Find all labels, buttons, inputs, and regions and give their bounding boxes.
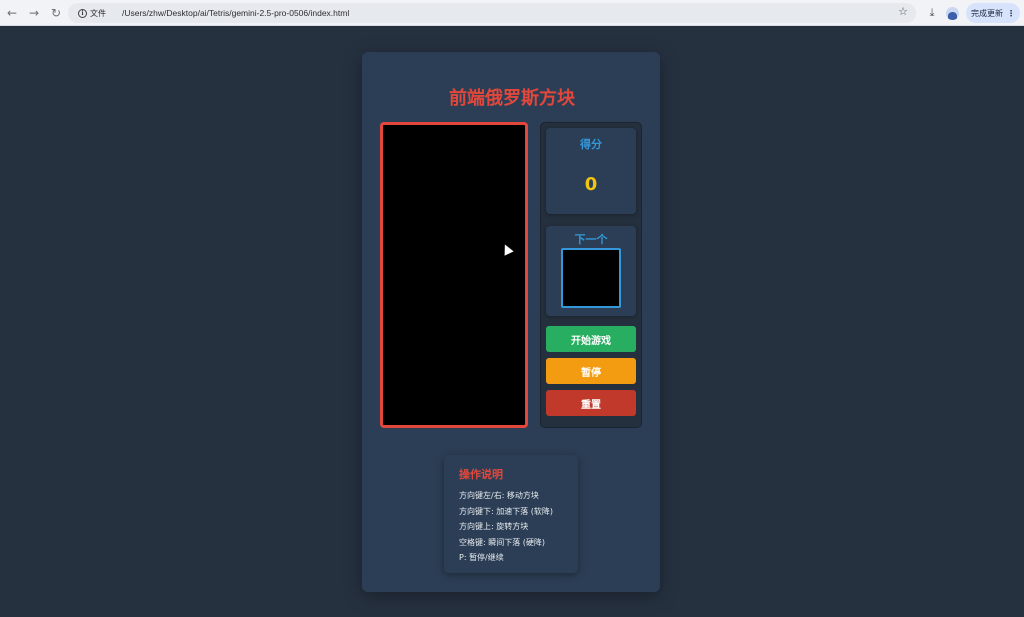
- update-button-label: 完成更新: [971, 8, 1003, 18]
- game-sidebar: 得分 0 下一个 开始游戏 暂停 重置: [540, 122, 642, 428]
- url-text[interactable]: /Users/zhw/Desktop/ai/Tetris/gemini-2.5-…: [122, 8, 349, 18]
- score-value: 0: [584, 174, 598, 195]
- next-piece-preview: [561, 248, 621, 308]
- instruction-item: 方向键左/右: 移动方块: [459, 491, 539, 500]
- score-label: 得分: [580, 138, 602, 151]
- address-bar[interactable]: i 文件 /Users/zhw/Desktop/ai/Tetris/gemini…: [68, 3, 916, 23]
- next-piece-panel: 下一个: [546, 226, 636, 316]
- instruction-item: 空格键: 瞬间下落 (硬降): [459, 537, 546, 547]
- instructions-panel: 操作说明 方向键左/右: 移动方块 方向键下: 加速下落 (软降) 方向键上: …: [444, 455, 578, 573]
- game-board[interactable]: [380, 122, 528, 428]
- browser-toolbar: ← → ↻ i 文件 /Users/zhw/Desktop/ai/Tetris/…: [0, 0, 1024, 26]
- update-button[interactable]: 完成更新 ⋮: [966, 3, 1020, 23]
- instructions-title: 操作说明: [459, 468, 503, 481]
- reset-button[interactable]: 重置: [546, 390, 636, 416]
- score-panel: 得分 0: [546, 128, 636, 214]
- game-title-wrap: 前端俄罗斯方块: [0, 84, 1024, 110]
- star-icon[interactable]: ☆: [898, 5, 908, 18]
- pause-button[interactable]: 暂停: [546, 358, 636, 384]
- menu-dots-icon: ⋮: [1007, 8, 1015, 18]
- instruction-item: 方向键下: 加速下落 (软降): [459, 506, 554, 516]
- start-game-button[interactable]: 开始游戏: [546, 326, 636, 352]
- forward-arrow-icon[interactable]: →: [24, 3, 44, 23]
- next-piece-label: 下一个: [574, 233, 608, 246]
- site-info-label: 文件: [90, 8, 106, 18]
- instruction-item: P: 暂停/继续: [459, 553, 504, 562]
- instructions-list: 方向键左/右: 移动方块 方向键下: 加速下落 (软降) 方向键上: 旋转方块 …: [459, 488, 553, 566]
- info-icon: i: [78, 8, 87, 18]
- back-arrow-icon[interactable]: ←: [2, 3, 22, 23]
- game-title: 前端俄罗斯方块: [449, 88, 575, 109]
- site-info-chip[interactable]: i 文件: [74, 5, 110, 21]
- download-icon[interactable]: ⤓: [924, 3, 940, 23]
- reload-icon[interactable]: ↻: [46, 3, 66, 23]
- profile-avatar-icon[interactable]: [946, 6, 959, 20]
- instruction-item: 方向键上: 旋转方块: [459, 522, 529, 531]
